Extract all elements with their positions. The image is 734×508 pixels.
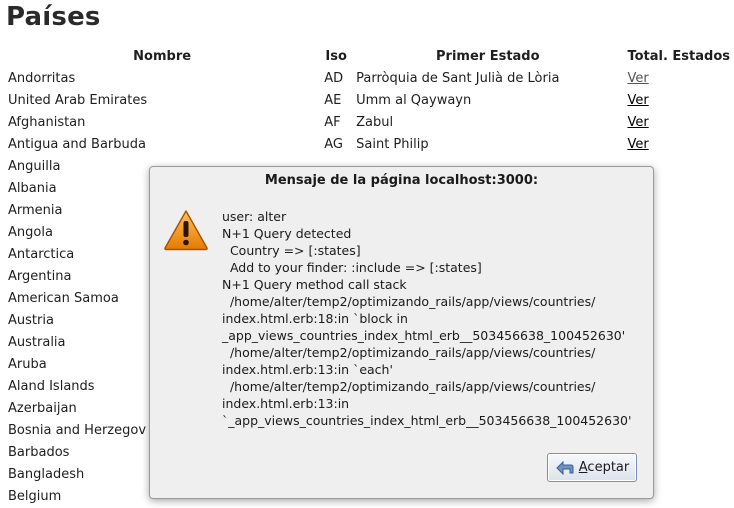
table-row: Afghanistan AF Zabul Ver	[4, 111, 734, 133]
country-iso-cell: AE	[324, 92, 342, 108]
total-states-cell: Ver	[623, 89, 734, 111]
back-arrow-icon	[556, 460, 574, 475]
ver-link[interactable]: Ver	[627, 137, 648, 152]
message-line: N+1 Query method call stack	[222, 277, 407, 292]
message-line: `_app_views_countries_index_html_erb__50…	[222, 413, 632, 428]
ver-link[interactable]: Ver	[627, 93, 648, 108]
total-states-cell: Ver	[623, 133, 734, 155]
message-line: /home/alter/temp2/optimizando_rails/app/…	[222, 379, 596, 394]
country-iso-cell: AF	[324, 114, 341, 130]
message-line: _app_views_countries_index_html_erb__503…	[222, 328, 626, 343]
page-title: Países	[6, 2, 101, 32]
header-iso: Iso	[325, 48, 347, 64]
table-row: United Arab Emirates AE Umm al Qaywayn Ver	[4, 89, 734, 111]
message-line: user: alter	[222, 209, 287, 224]
accept-button-label: Aceptar	[578, 460, 630, 475]
total-states-cell: Ver	[623, 67, 734, 89]
table-row: Antigua and Barbuda AG Saint Philip Ver	[4, 133, 734, 155]
total-states-cell: Ver	[623, 111, 734, 133]
country-name-cell: Antigua and Barbuda	[8, 136, 146, 152]
message-line: index.html.erb:13:in	[222, 396, 350, 411]
message-line: /home/alter/temp2/optimizando_rails/app/…	[222, 345, 596, 360]
first-state-cell: Zabul	[356, 114, 394, 130]
country-iso-cell: AD	[324, 70, 344, 86]
ver-link[interactable]: Ver	[627, 71, 648, 86]
header-first-state: Primer Estado	[436, 48, 540, 64]
alert-dialog: Mensaje de la página localhost:3000: use…	[149, 166, 654, 499]
warning-icon	[164, 210, 208, 251]
dialog-title: Mensaje de la página localhost:3000:	[264, 173, 539, 188]
ver-link[interactable]: Ver	[627, 115, 648, 130]
message-line: Country => [:states]	[222, 243, 361, 258]
accept-button[interactable]: Aceptar	[547, 453, 637, 482]
first-state-cell: Saint Philip	[356, 136, 429, 152]
first-state-cell: Parròquia de Sant Julià de Lòria	[356, 70, 560, 86]
message-line: N+1 Query detected	[222, 226, 352, 241]
country-name-cell: United Arab Emirates	[8, 92, 148, 108]
table-row: Andorritas AD Parròquia de Sant Julià de L…	[4, 67, 734, 89]
message-line: index.html.erb:13:in `each'	[222, 362, 393, 377]
country-iso-cell: AG	[324, 136, 343, 152]
dialog-message: user: alter N+1 Query detected Country =>…	[222, 208, 647, 429]
header-name: Nombre	[133, 48, 192, 64]
header-total-states: Total. Estados	[627, 48, 730, 64]
message-line: Add to your finder: :include => [:states…	[222, 260, 482, 275]
table-header-row: Nombre Iso Primer Estado Total. Estados	[4, 45, 734, 67]
country-name-cell: Andorritas	[8, 70, 76, 86]
message-line: /home/alter/temp2/optimizando_rails/app/…	[222, 294, 596, 309]
message-line: index.html.erb:18:in `block in	[222, 311, 408, 326]
first-state-cell: Umm al Qaywayn	[356, 92, 472, 108]
country-name-cell: Afghanistan	[8, 114, 86, 130]
